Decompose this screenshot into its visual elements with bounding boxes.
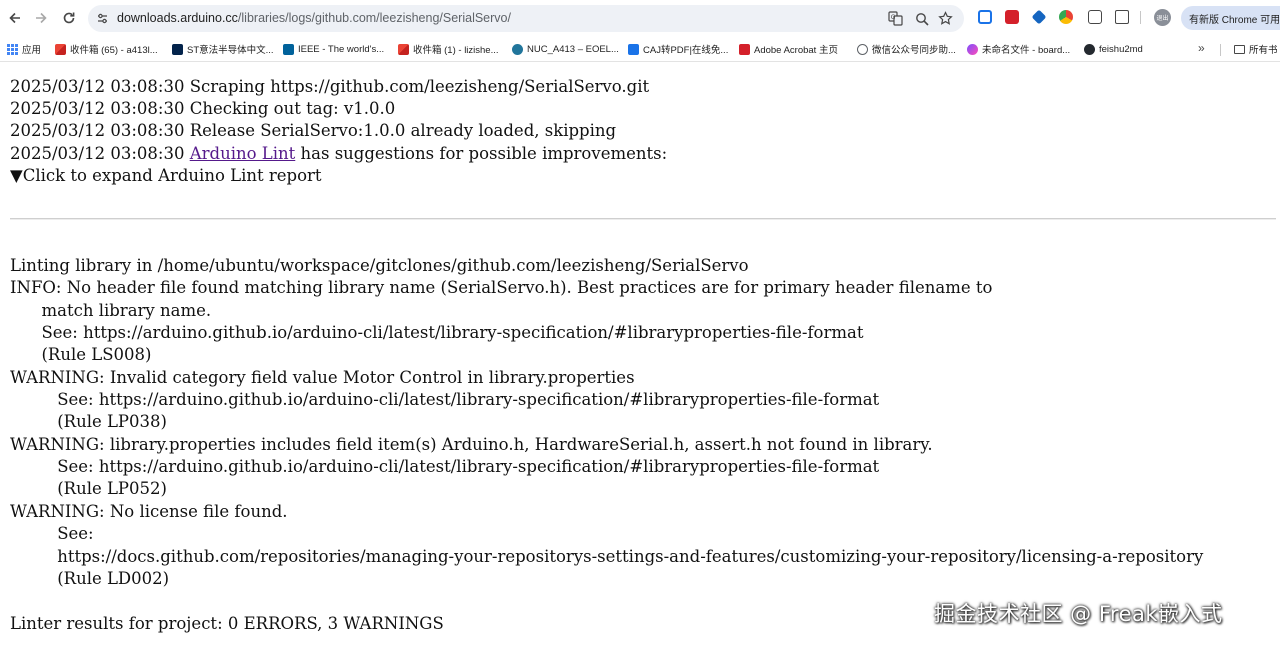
log-line: 2025/03/12 03:08:30 Release SerialServo:… xyxy=(10,121,617,140)
bookmark-item[interactable]: CAJ转PDF|在线免... xyxy=(628,40,728,58)
boardmix-icon xyxy=(967,43,978,55)
link-icon xyxy=(857,43,868,55)
bookmarks-divider xyxy=(1220,44,1221,56)
profile-avatar[interactable]: 退出 xyxy=(1154,9,1171,26)
url-host: downloads.arduino.cc xyxy=(117,11,238,25)
github-icon xyxy=(1084,43,1095,55)
acrobat-extension-icon[interactable] xyxy=(1005,10,1019,24)
apps-grid-icon xyxy=(7,43,18,55)
report-line: See: https://arduino.github.io/arduino-c… xyxy=(10,323,864,342)
ieee-icon xyxy=(283,43,294,55)
bookmark-label: ST意法半导体中文... xyxy=(187,45,274,56)
report-line: match library name. xyxy=(10,301,212,320)
bookmark-label: 收件箱 (1) - lizishe... xyxy=(413,45,499,56)
all-bookmarks-folder[interactable]: 所有书 xyxy=(1234,40,1278,58)
report-line: See: xyxy=(10,524,94,543)
bookmark-item[interactable]: 微信公众号同步助... xyxy=(857,40,956,58)
arduino-lint-link[interactable]: Arduino Lint xyxy=(190,144,296,163)
bookmark-item[interactable]: 应用 xyxy=(7,40,41,58)
report-line: https://docs.github.com/repositories/man… xyxy=(10,547,1204,566)
forward-arrow-icon[interactable] xyxy=(28,5,54,31)
folder-icon xyxy=(1234,44,1245,54)
linter-summary: Linter results for project: 0 ERRORS, 3 … xyxy=(10,614,444,633)
bookmark-label: 微信公众号同步助... xyxy=(872,45,956,56)
gmail-icon xyxy=(55,43,66,55)
log-line: 2025/03/12 03:08:30 Scraping https://git… xyxy=(10,77,650,96)
address-bar[interactable]: downloads.arduino.cc/libraries/logs/gith… xyxy=(88,5,964,32)
bookmarks-bar: 应用 收件箱 (65) - a413l... ST意法半导体中文... IEEE… xyxy=(0,36,1280,62)
bookmark-item[interactable]: ST意法半导体中文... xyxy=(172,40,274,58)
chrome-update-button[interactable]: 有新版 Chrome 可用 xyxy=(1181,6,1280,30)
report-line: WARNING: No license file found. xyxy=(10,502,288,521)
browser-toolbar: downloads.arduino.cc/libraries/logs/gith… xyxy=(0,0,1280,36)
reload-icon[interactable] xyxy=(56,5,82,31)
log-page: 2025/03/12 03:08:30 Scraping https://git… xyxy=(0,62,1280,647)
color-wheel-extension-icon[interactable] xyxy=(1059,10,1073,24)
bookmark-item[interactable]: IEEE - The world's... xyxy=(283,40,384,58)
expand-lint-report-toggle[interactable]: ▼Click to expand Arduino Lint report xyxy=(10,166,322,186)
bookmark-label: 收件箱 (65) - a413l... xyxy=(70,45,158,56)
bookmark-label: CAJ转PDF|在线免... xyxy=(643,45,729,56)
log-line-lint: 2025/03/12 03:08:30 Arduino Lint has sug… xyxy=(10,144,667,164)
back-arrow-icon[interactable] xyxy=(2,5,28,31)
bookmark-label: Adobe Acrobat 主页 xyxy=(754,45,838,56)
report-line: INFO: No header file found matching libr… xyxy=(10,278,993,297)
report-line: (Rule LD002) xyxy=(10,569,170,588)
report-line: (Rule LP038) xyxy=(10,412,167,431)
toolbar-divider xyxy=(1140,11,1141,24)
bookmark-label: 应用 xyxy=(22,45,42,56)
bookmark-item[interactable]: 收件箱 (1) - lizishe... xyxy=(398,40,499,58)
report-line: (Rule LP052) xyxy=(10,479,167,498)
lint-line-suffix: has suggestions for possible improvement… xyxy=(295,144,668,163)
site-info-icon[interactable] xyxy=(92,8,112,28)
crop-extension-icon[interactable] xyxy=(978,10,992,24)
acrobat-icon xyxy=(739,43,750,55)
gmail-icon xyxy=(398,43,409,55)
bookmark-label: NUC_A413 – EOEL... xyxy=(527,43,619,55)
bookmark-item[interactable]: 收件箱 (65) - a413l... xyxy=(55,40,158,58)
report-line: (Rule LS008) xyxy=(10,345,152,364)
report-line: Linting library in /home/ubuntu/workspac… xyxy=(10,256,749,275)
svg-text:G: G xyxy=(891,14,896,21)
translate-icon[interactable]: G xyxy=(886,9,905,28)
caj-icon xyxy=(628,43,639,55)
report-line: See: https://arduino.github.io/arduino-c… xyxy=(10,390,880,409)
puzzle-extensions-icon[interactable] xyxy=(1115,10,1129,24)
bookmark-item[interactable]: NUC_A413 – EOEL... xyxy=(512,40,619,58)
more-bookmarks-chevron-icon[interactable]: » xyxy=(1198,41,1205,55)
log-line: 2025/03/12 03:08:30 Checking out tag: v1… xyxy=(10,99,396,118)
bookmark-label: 未命名文件 - board... xyxy=(982,45,1071,56)
report-line: WARNING: Invalid category field value Mo… xyxy=(10,368,635,387)
lint-line-prefix: 2025/03/12 03:08:30 xyxy=(10,144,190,163)
bookmark-label: feishu2md xyxy=(1099,43,1143,55)
url-text[interactable]: downloads.arduino.cc/libraries/logs/gith… xyxy=(117,11,511,25)
bookmark-star-icon[interactable] xyxy=(936,9,955,28)
bookmark-item[interactable]: Adobe Acrobat 主页 xyxy=(739,40,838,58)
all-bookmarks-label: 所有书 xyxy=(1249,45,1278,56)
translate-extension-icon[interactable] xyxy=(1088,10,1102,24)
bookmark-label: IEEE - The world's... xyxy=(298,43,385,55)
zoom-icon[interactable] xyxy=(912,9,931,28)
bookmark-item[interactable]: feishu2md xyxy=(1084,40,1143,58)
watermark: 掘金技术社区 @ Freak嵌入式 xyxy=(934,602,1223,626)
report-line: WARNING: library.properties includes fie… xyxy=(10,435,933,454)
st-logo-icon xyxy=(172,43,183,55)
diamond-extension-icon[interactable] xyxy=(1031,9,1047,25)
horizontal-rule xyxy=(10,218,1276,220)
wordpress-icon xyxy=(512,43,523,55)
bookmark-item[interactable]: 未命名文件 - board... xyxy=(967,40,1070,58)
report-line: See: https://arduino.github.io/arduino-c… xyxy=(10,457,880,476)
url-path: /libraries/logs/github.com/leezisheng/Se… xyxy=(237,11,511,25)
